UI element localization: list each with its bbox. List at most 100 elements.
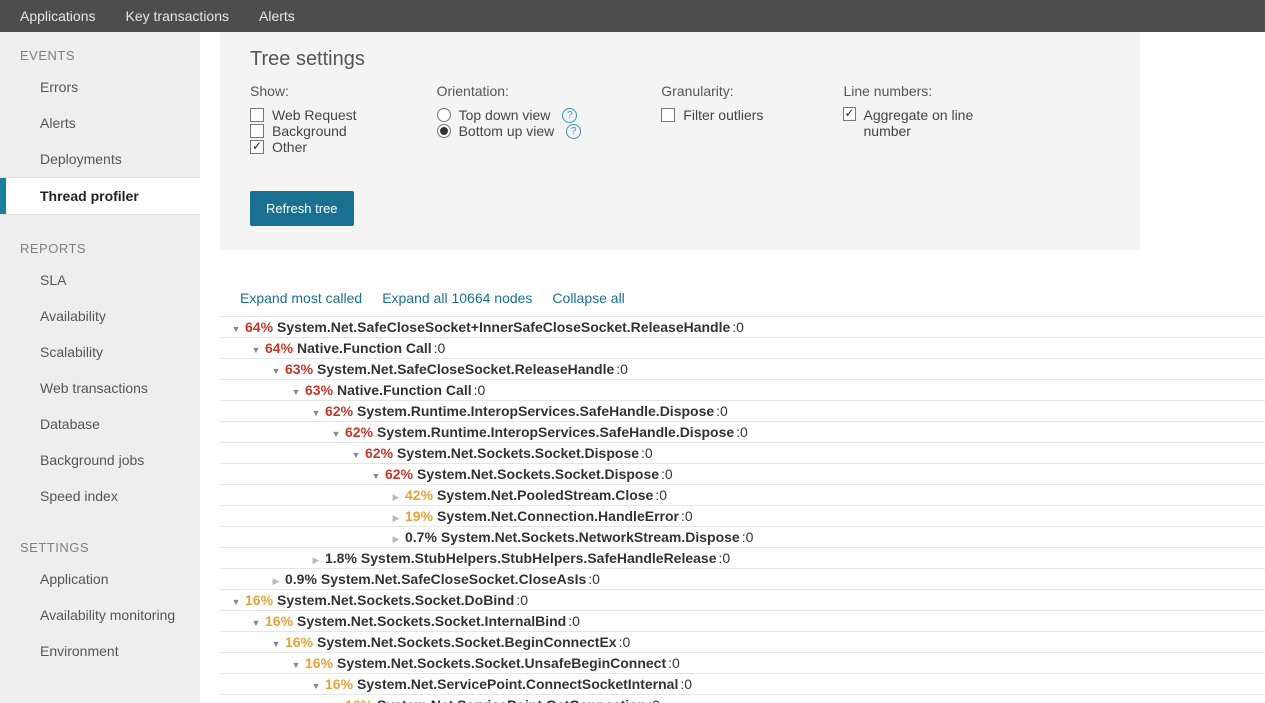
expand-icon[interactable] [390, 529, 402, 545]
refresh-tree-button[interactable]: Refresh tree [250, 191, 354, 226]
help-icon[interactable]: ? [566, 124, 581, 139]
top-nav-item[interactable]: Key transactions [126, 8, 230, 24]
sidebar-item[interactable]: Database [0, 406, 200, 442]
expand-icon[interactable] [270, 571, 282, 587]
orientation-option-row[interactable]: Top down view? [437, 107, 582, 123]
collapse-icon[interactable] [270, 634, 282, 650]
tree-row[interactable]: 63%System.Net.SafeCloseSocket.ReleaseHan… [220, 358, 1265, 379]
tree-row[interactable]: 42%System.Net.PooledStream.Close :0 [220, 484, 1265, 505]
collapse-icon[interactable] [290, 382, 302, 398]
expand-most-called-link[interactable]: Expand most called [240, 290, 362, 306]
orientation-radio[interactable] [437, 108, 451, 122]
tree-row[interactable]: 62%System.Runtime.InteropServices.SafeHa… [220, 421, 1265, 442]
sidebar-item[interactable]: Speed index [0, 478, 200, 514]
collapse-icon[interactable] [230, 319, 242, 335]
tree-row-percent: 62% [365, 445, 393, 461]
sidebar-item[interactable]: Application [0, 561, 200, 597]
filter-outliers-checkbox[interactable] [661, 108, 675, 122]
show-option-checkbox[interactable] [250, 140, 264, 154]
filter-outliers-label: Filter outliers [683, 107, 763, 123]
sidebar-item[interactable]: Errors [0, 69, 200, 105]
sidebar-item[interactable]: Availability [0, 298, 200, 334]
expand-all-link[interactable]: Expand all 10664 nodes [382, 290, 532, 306]
granularity-label: Granularity: [661, 83, 763, 99]
aggregate-line-checkbox[interactable] [843, 107, 855, 121]
show-option-checkbox[interactable] [250, 124, 264, 138]
expand-icon[interactable] [390, 508, 402, 524]
collapse-icon[interactable] [290, 655, 302, 671]
orientation-option-row[interactable]: Bottom up view? [437, 123, 582, 139]
sidebar-item[interactable]: Availability monitoring [0, 597, 200, 633]
orientation-option-label: Bottom up view [459, 123, 555, 139]
sidebar-item[interactable]: Background jobs [0, 442, 200, 478]
tree-row[interactable]: 16%System.Net.Sockets.Socket.UnsafeBegin… [220, 652, 1265, 673]
collapse-icon[interactable] [370, 466, 382, 482]
collapse-icon[interactable] [250, 340, 262, 356]
sidebar-item[interactable]: Thread profiler [0, 177, 200, 215]
sidebar-item[interactable]: Scalability [0, 334, 200, 370]
tree-row[interactable]: 16%System.Net.Sockets.Socket.InternalBin… [220, 610, 1265, 631]
show-option-row[interactable]: Other [250, 139, 357, 155]
show-option-row[interactable]: Background [250, 123, 357, 139]
show-label: Show: [250, 83, 357, 99]
tree-row[interactable]: 63%Native.Function Call :0 [220, 379, 1265, 400]
tree-row[interactable]: 64%System.Net.SafeCloseSocket+InnerSafeC… [220, 316, 1265, 337]
top-nav-item[interactable]: Applications [20, 8, 96, 24]
orientation-radio[interactable] [437, 124, 451, 138]
tree-row-name: System.Net.Sockets.Socket.BeginConnectEx [317, 634, 617, 650]
orientation-label: Orientation: [437, 83, 582, 99]
tree-row-name: System.Net.ServicePoint.GetConnection [377, 697, 646, 703]
collapse-icon[interactable] [310, 676, 322, 692]
tree-row[interactable]: 16%System.Net.Sockets.Socket.BeginConnec… [220, 631, 1265, 652]
tree-row-name: System.Net.Sockets.Socket.DoBind [277, 592, 514, 608]
sidebar-item[interactable]: Environment [0, 633, 200, 669]
collapse-icon[interactable] [330, 697, 342, 703]
collapse-icon[interactable] [330, 424, 342, 440]
tree-row[interactable]: 64%Native.Function Call :0 [220, 337, 1265, 358]
tree-row-suffix: :0 [661, 466, 673, 482]
tree-row[interactable]: 16%System.Net.Sockets.Socket.DoBind :0 [220, 589, 1265, 610]
tree-row[interactable]: 62%System.Runtime.InteropServices.SafeHa… [220, 400, 1265, 421]
tree-row-suffix: :0 [474, 382, 486, 398]
top-nav: Applications Key transactions Alerts [0, 0, 1265, 32]
collapse-icon[interactable] [310, 403, 322, 419]
tree-row-suffix: :0 [616, 361, 628, 377]
tree-row-percent: 16% [265, 613, 293, 629]
show-option-row[interactable]: Web Request [250, 107, 357, 123]
tree-row[interactable]: 62%System.Net.Sockets.Socket.Dispose :0 [220, 463, 1265, 484]
tree-row-name: System.Runtime.InteropServices.SafeHandl… [357, 403, 714, 419]
sidebar-item[interactable]: Deployments [0, 141, 200, 177]
filter-outliers-row[interactable]: Filter outliers [661, 107, 763, 123]
top-nav-item[interactable]: Alerts [259, 8, 295, 24]
tree-row-name: System.StubHelpers.StubHelpers.SafeHandl… [361, 550, 717, 566]
tree-row[interactable]: 0.7%System.Net.Sockets.NetworkStream.Dis… [220, 526, 1265, 547]
sidebar: EVENTSErrorsAlertsDeploymentsThread prof… [0, 32, 200, 703]
aggregate-line-row[interactable]: Aggregate on line number [843, 107, 993, 139]
tree-row-suffix: :0 [716, 403, 728, 419]
collapse-all-link[interactable]: Collapse all [552, 290, 624, 306]
sidebar-item[interactable]: Web transactions [0, 370, 200, 406]
tree-row-suffix: :0 [619, 634, 631, 650]
tree-row[interactable]: 1.8%System.StubHelpers.StubHelpers.SafeH… [220, 547, 1265, 568]
tree-row[interactable]: 16%System.Net.ServicePoint.ConnectSocket… [220, 673, 1265, 694]
tree-row-suffix: :0 [434, 340, 446, 356]
collapse-icon[interactable] [270, 361, 282, 377]
tree-row-percent: 19% [405, 508, 433, 524]
help-icon[interactable]: ? [562, 108, 577, 123]
expand-icon[interactable] [390, 487, 402, 503]
tree-row[interactable]: 19%System.Net.Connection.HandleError :0 [220, 505, 1265, 526]
collapse-icon[interactable] [230, 592, 242, 608]
tree-row-suffix: :0 [588, 571, 600, 587]
content-area: Tree settings Show: Web RequestBackgroun… [200, 32, 1265, 703]
sidebar-item[interactable]: SLA [0, 262, 200, 298]
show-option-checkbox[interactable] [250, 108, 264, 122]
tree-row-percent: 16% [245, 592, 273, 608]
tree-row[interactable]: 62%System.Net.Sockets.Socket.Dispose :0 [220, 442, 1265, 463]
sidebar-item[interactable]: Alerts [0, 105, 200, 141]
expand-icon[interactable] [310, 550, 322, 566]
tree-row[interactable]: 0.9%System.Net.SafeCloseSocket.CloseAsIs… [220, 568, 1265, 589]
tree-row-suffix: :0 [681, 508, 693, 524]
collapse-icon[interactable] [250, 613, 262, 629]
tree-row[interactable]: 16%System.Net.ServicePoint.GetConnection… [220, 694, 1265, 703]
collapse-icon[interactable] [350, 445, 362, 461]
